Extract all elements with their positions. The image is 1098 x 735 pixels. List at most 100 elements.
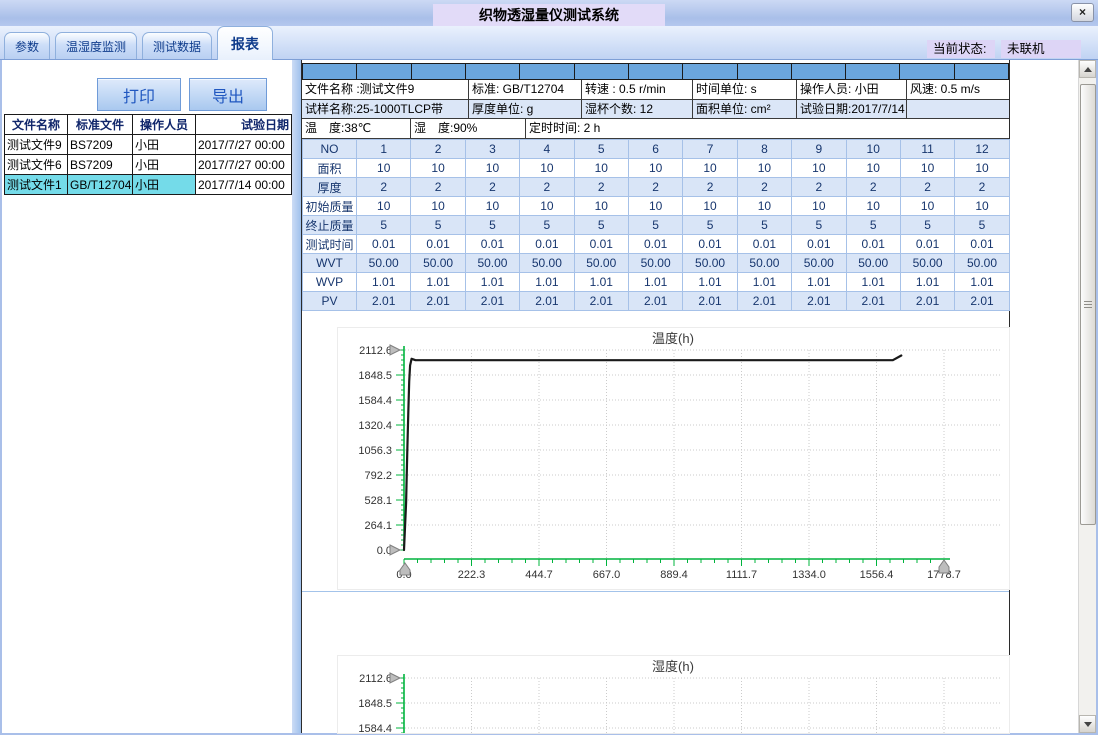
measurement-cell: 2.01: [520, 292, 574, 311]
measurement-cell: 0.01: [628, 235, 682, 254]
file-table-header-row: 文件名称标准文件操作人员试验日期: [5, 115, 292, 135]
measurement-cell: 1.01: [792, 273, 846, 292]
tab-list: 参数温湿度监测测试数据报表: [4, 26, 278, 59]
measurement-cell: 10: [411, 159, 465, 178]
measurement-cell: 0.01: [574, 235, 628, 254]
scrollbar-thumb[interactable]: [1080, 84, 1096, 525]
measurement-cell: 50.00: [737, 254, 791, 273]
file-table-row[interactable]: 测试文件9BS7209小田2017/7/27 00:00: [5, 135, 292, 155]
file-table-cell: BS7209: [68, 135, 133, 155]
measurement-table: NO123456789101112面积101010101010101010101…: [302, 139, 1010, 311]
report-info-cell: 定时时间: 2 h: [526, 119, 1009, 138]
measurement-row: 初始质量101010101010101010101010: [303, 197, 1010, 216]
measurement-cell: 10: [357, 159, 411, 178]
measurement-cell: 1.01: [411, 273, 465, 292]
measurement-cell: 2.01: [628, 292, 682, 311]
x-tick-label: 1334.0: [792, 569, 826, 581]
measurement-cell: 2: [411, 178, 465, 197]
grid-header-cell: [683, 64, 737, 79]
y-tick-label: 1056.3: [358, 445, 392, 457]
grid-header-cell: [575, 64, 629, 79]
measurement-cell: 10: [683, 159, 737, 178]
measurement-cell: 0.01: [357, 235, 411, 254]
scroll-down-button[interactable]: [1079, 715, 1096, 733]
measurement-cell: 2.01: [846, 292, 900, 311]
panel-splitter[interactable]: [292, 60, 301, 733]
measurement-cell: 10: [628, 159, 682, 178]
measurement-cell: 2.01: [900, 292, 954, 311]
file-table-row[interactable]: 测试文件1GB/T12704小田2017/7/14 00:00: [5, 175, 292, 195]
measurement-cell: 5: [574, 216, 628, 235]
measurement-cell: 10: [465, 197, 519, 216]
measurement-cell: 11: [900, 140, 954, 159]
measurement-row: 终止质量555555555555: [303, 216, 1010, 235]
measurement-cell: 10: [846, 159, 900, 178]
report-info-cell: 厚度单位: g: [469, 100, 582, 118]
grid-header-cell: [629, 64, 683, 79]
close-button[interactable]: ×: [1071, 3, 1094, 22]
y-tick-label: 264.1: [364, 520, 392, 532]
measurement-row: 厚度222222222222: [303, 178, 1010, 197]
measurement-cell: 2: [846, 178, 900, 197]
tab-parameters[interactable]: 参数: [4, 32, 50, 59]
file-table-header: 标准文件: [68, 115, 133, 135]
measurement-cell: 10: [628, 197, 682, 216]
vertical-scrollbar[interactable]: [1078, 60, 1096, 733]
measurement-cell: 5: [465, 216, 519, 235]
measurement-cell: 2.01: [792, 292, 846, 311]
measurement-cell: 10: [737, 197, 791, 216]
measurement-cell: 5: [792, 216, 846, 235]
grid-header-cell: [955, 64, 1008, 79]
measurement-cell: 2: [628, 178, 682, 197]
file-table-cell: GB/T12704: [68, 175, 133, 195]
measurement-cell: 1: [357, 140, 411, 159]
y-tick-label: 528.1: [364, 495, 392, 507]
grid-header-cell: [792, 64, 846, 79]
x-tick-label: 1556.4: [860, 569, 894, 581]
print-button[interactable]: 打印: [97, 78, 181, 111]
measurement-cell: 10: [574, 159, 628, 178]
measurement-cell: 5: [900, 216, 954, 235]
report-info-cell: 文件名称 :测试文件9: [302, 80, 469, 99]
tab-test-data[interactable]: 测试数据: [142, 32, 212, 59]
measurement-cell: 10: [955, 197, 1009, 216]
measurement-cell: 2.01: [955, 292, 1009, 311]
status-value: 未联机: [1001, 40, 1081, 58]
report-info-cell: 转速 : 0.5 r/min: [582, 80, 693, 99]
measurement-cell: 50.00: [900, 254, 954, 273]
grid-header-cell: [466, 64, 520, 79]
grid-header-cell: [412, 64, 466, 79]
report-info-cell: 湿杯个数: 12: [582, 100, 693, 118]
scroll-up-button[interactable]: [1079, 60, 1096, 78]
titlebar: 织物透湿量仪测试系统 ×: [0, 0, 1098, 26]
measurement-cell: 10: [574, 197, 628, 216]
report-info-cell: 风速: 0.5 m/s: [907, 80, 1009, 99]
measurement-cell: 0.01: [900, 235, 954, 254]
status-label: 当前状态:: [927, 40, 995, 58]
measurement-cell: 2: [792, 178, 846, 197]
export-button[interactable]: 导出: [189, 78, 267, 111]
measurement-cell: 5: [411, 216, 465, 235]
tab-report[interactable]: 报表: [217, 26, 273, 60]
tab-temp-humidity-monitor[interactable]: 温湿度监测: [55, 32, 137, 59]
file-table-row[interactable]: 测试文件6BS7209小田2017/7/27 00:00: [5, 155, 292, 175]
chart-title: 湿度(h): [652, 659, 694, 674]
measurement-cell: 50.00: [792, 254, 846, 273]
measurement-cell: 10: [792, 159, 846, 178]
measurement-cell: 1.01: [465, 273, 519, 292]
measurement-cell: 10: [846, 140, 900, 159]
measurement-cell: 0.01: [737, 235, 791, 254]
measurement-cell: 1.01: [520, 273, 574, 292]
measurement-cell: 1.01: [846, 273, 900, 292]
measurement-row: WVP1.011.011.011.011.011.011.011.011.011…: [303, 273, 1010, 292]
measurement-cell: 50.00: [846, 254, 900, 273]
y-tick-label: 2112.6: [359, 673, 392, 685]
y-tick-label: 1848.5: [358, 370, 392, 382]
measurement-cell: 50.00: [683, 254, 737, 273]
measurement-cell: 50.00: [520, 254, 574, 273]
file-table-header: 文件名称: [5, 115, 68, 135]
temperature-chart: 0.0264.1528.1792.21056.31320.41584.41848…: [337, 327, 1010, 590]
report-info-row: 试样名称:25-1000TLCP带厚度单位: g湿杯个数: 12面积单位: cm…: [302, 100, 1009, 119]
y-tick-label: 1584.4: [358, 395, 392, 407]
measurement-cell: 10: [520, 159, 574, 178]
